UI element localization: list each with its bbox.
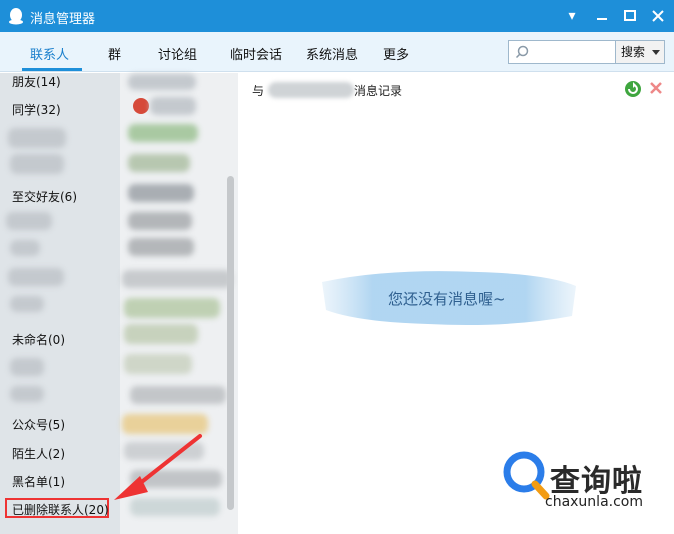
contact-item[interactable] [128, 124, 198, 142]
blurred-contact-name [268, 82, 354, 98]
minimize-icon[interactable] [592, 6, 612, 26]
contact-item[interactable] [128, 212, 192, 230]
contact-item[interactable] [150, 97, 196, 115]
group-item-deleted-contacts[interactable]: 已删除联系人(20) [12, 501, 109, 518]
blurred-group [10, 386, 44, 402]
group-item-official-accounts[interactable]: 公众号(5) [12, 416, 65, 433]
dropdown-menu-icon[interactable]: ▾ [562, 6, 582, 26]
group-item-classmates[interactable]: 同学(32) [12, 101, 61, 118]
search-button[interactable]: 搜索 [615, 40, 665, 64]
contact-item[interactable] [122, 270, 232, 288]
tab-system-messages[interactable]: 系统消息 [306, 44, 358, 63]
delete-record-icon[interactable] [648, 80, 664, 96]
maximize-icon[interactable] [620, 6, 640, 26]
group-item-strangers[interactable]: 陌生人(2) [12, 445, 65, 462]
tab-groups[interactable]: 群 [108, 44, 121, 63]
blurred-group [8, 128, 66, 148]
record-header-prefix: 与 [252, 84, 265, 98]
watermark-url: chaxunla.com [545, 494, 643, 510]
title-bar: 消息管理器 ▾ [0, 0, 674, 32]
group-item-friends[interactable]: 朋友(14) [12, 73, 61, 90]
search-button-label: 搜索 [621, 45, 646, 59]
empty-state-text: 您还没有消息喔~ [388, 290, 506, 308]
contact-item[interactable] [130, 386, 226, 404]
contact-item[interactable] [124, 298, 220, 318]
blurred-group [6, 212, 52, 230]
blurred-group [10, 240, 40, 256]
tab-contacts[interactable]: 联系人 [30, 44, 69, 63]
search-icon [515, 45, 529, 59]
active-tab-indicator [22, 68, 82, 71]
chevron-down-icon[interactable] [652, 50, 660, 55]
close-window-icon[interactable] [648, 6, 668, 26]
contact-item[interactable] [124, 354, 192, 374]
group-item-close-friends[interactable]: 至交好友(6) [12, 188, 77, 205]
contact-item[interactable] [128, 154, 190, 172]
contact-item[interactable] [128, 184, 194, 202]
blurred-group [10, 154, 64, 174]
tab-discussion[interactable]: 讨论组 [158, 44, 197, 63]
blurred-group [10, 358, 44, 376]
record-header-suffix: 消息记录 [354, 84, 403, 98]
contact-avatar [133, 98, 149, 114]
tab-more[interactable]: 更多 [383, 44, 409, 63]
refresh-icon[interactable] [624, 80, 642, 98]
contact-item[interactable] [128, 74, 196, 90]
tab-bar: 联系人 群 讨论组 临时会话 系统消息 更多 搜索 [0, 32, 674, 72]
contact-item[interactable] [128, 238, 194, 256]
contact-item[interactable] [122, 414, 208, 434]
blurred-group [8, 268, 64, 286]
blurred-group [10, 296, 44, 312]
red-arrow-annotation [114, 434, 202, 500]
contact-list-scrollbar[interactable] [227, 176, 234, 510]
window-title: 消息管理器 [30, 12, 96, 27]
tab-temp-chat[interactable]: 临时会话 [230, 44, 282, 63]
group-item-blacklist[interactable]: 黑名单(1) [12, 473, 65, 490]
search-input[interactable] [508, 40, 616, 64]
qq-penguin-icon [9, 8, 23, 25]
contact-item[interactable] [124, 324, 198, 344]
group-item-unnamed[interactable]: 未命名(0) [12, 331, 65, 348]
